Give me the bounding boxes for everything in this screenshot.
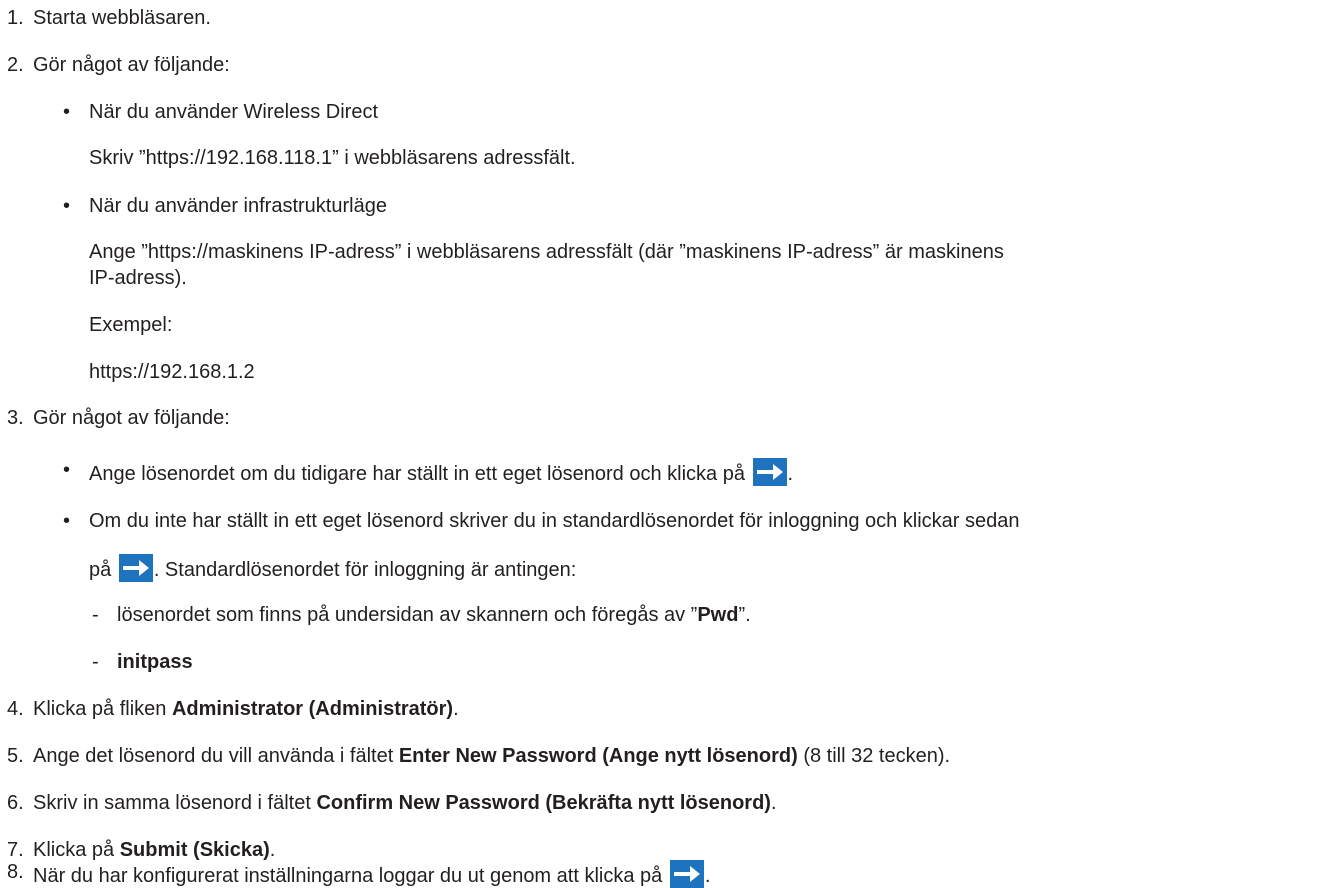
step-8-pre: När du har konfigurerat inställningarna …: [33, 865, 668, 887]
step-5-text: Ange det lösenord du vill använda i fält…: [33, 744, 950, 768]
step-3-option-1: Ange lösenordet om du tidigare har ställ…: [89, 458, 793, 486]
step-4-text: Klicka på fliken Administrator (Administ…: [33, 697, 459, 721]
step-3-number: 3.: [7, 407, 24, 429]
step-4-number: 4.: [7, 698, 24, 720]
step-3-option-2-line-2-post: . Standardlösenordet för inloggning är a…: [153, 559, 577, 581]
dash: -: [92, 604, 99, 626]
step-6-post: .: [770, 792, 777, 814]
password-option-1-bold: Pwd: [697, 604, 739, 626]
step-1-text: Starta webbläsaren.: [33, 7, 211, 29]
step-2-number: 2.: [7, 54, 24, 76]
step-6-bold: Confirm New Password (Bekräfta nytt löse…: [316, 792, 771, 814]
step-3-option-1-end: .: [787, 463, 794, 485]
password-option-2: initpass: [117, 650, 193, 674]
bullet: •: [63, 101, 71, 123]
step-8-post: .: [704, 865, 711, 887]
step-6-number: 6.: [7, 792, 24, 814]
dash: -: [92, 651, 99, 673]
step-2-option-1-title: När du använder Wireless Direct: [89, 101, 378, 123]
step-4-pre: Klicka på fliken: [33, 698, 172, 720]
step-7-post: .: [269, 839, 276, 861]
step-7-bold: Submit (Skicka): [119, 839, 270, 861]
password-option-1-pre: lösenordet som finns på undersidan av sk…: [117, 604, 698, 626]
step-3-text: Gör något av följande:: [33, 407, 230, 429]
step-2-text: Gör något av följande:: [33, 54, 230, 76]
step-5-number: 5.: [7, 745, 24, 767]
step-4-post: .: [453, 698, 459, 720]
step-3-option-1-text: Ange lösenordet om du tidigare har ställ…: [89, 463, 751, 485]
step-7-text: Klicka på Submit (Skicka).: [33, 838, 275, 862]
step-2-option-1-text: Skriv ”https://192.168.118.1” i webbläsa…: [89, 147, 576, 169]
example-value: https://192.168.1.2: [89, 361, 255, 383]
step-6-text: Skriv in samma lösenord i fältet Confirm…: [33, 791, 777, 815]
password-option-2-bold: initpass: [117, 651, 193, 673]
step-7-pre: Klicka på: [33, 839, 120, 861]
step-2-option-2-text-line-1: Ange ”https://maskinens IP-adress” i web…: [89, 241, 1004, 263]
step-8-number: 8.: [7, 861, 24, 883]
password-option-1: lösenordet som finns på undersidan av sk…: [117, 603, 751, 627]
bullet: •: [63, 510, 71, 532]
step-3-option-2-line-1: Om du inte har ställt in ett eget löseno…: [89, 510, 1020, 532]
step-7-number: 7.: [7, 839, 24, 861]
bullet: •: [63, 195, 71, 217]
arrow-right-icon: [752, 458, 787, 486]
bullet: •: [63, 459, 71, 481]
step-5-bold: Enter New Password (Ange nytt lösenord): [398, 745, 798, 767]
step-8-text: När du har konfigurerat inställningarna …: [33, 860, 710, 888]
step-5-pre: Ange det lösenord du vill använda i fält…: [33, 745, 399, 767]
step-5-post: (8 till 32 tecken).: [797, 745, 951, 767]
arrow-right-icon: [669, 860, 704, 888]
step-2-option-2-text-line-2: IP-adress).: [89, 267, 187, 289]
step-3-option-2-line-2: på . Standardlösenordet för inloggning ä…: [89, 554, 576, 582]
example-label: Exempel:: [89, 314, 173, 336]
step-3-option-2-line-2-pre: på: [89, 559, 117, 581]
step-6-pre: Skriv in samma lösenord i fältet: [33, 792, 317, 814]
step-4-bold: Administrator (Administratör): [171, 698, 454, 720]
password-option-1-post: ”.: [738, 604, 751, 626]
step-1-number: 1.: [7, 7, 24, 29]
arrow-right-icon: [118, 554, 153, 582]
step-2-option-2-title: När du använder infrastrukturläge: [89, 195, 387, 217]
